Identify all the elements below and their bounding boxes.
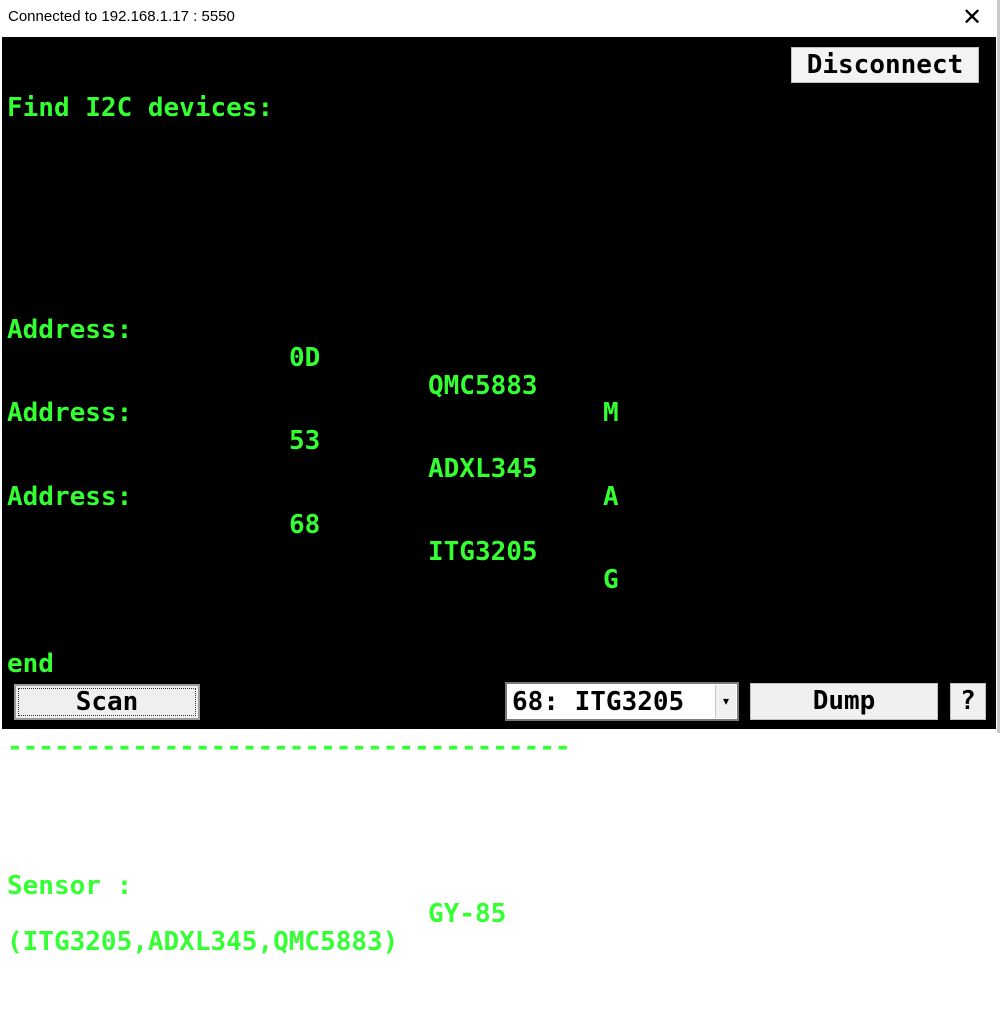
window-title: Connected to 192.168.1.17 : 5550 xyxy=(8,8,235,25)
title-bar: Connected to 192.168.1.17 : 5550 ✕ xyxy=(0,0,997,36)
dump-button[interactable]: Dump xyxy=(750,683,938,720)
address-value: 68 xyxy=(289,509,321,540)
address-label: Address: xyxy=(7,314,133,345)
console-panel: Find I2C devices: Address: 0D QMC5883 M … xyxy=(2,37,996,955)
console-output: Find I2C devices: Address: 0D QMC5883 M … xyxy=(7,39,639,1012)
scan-button[interactable]: Scan xyxy=(14,684,200,720)
sensor-row: Sensor : GY-85 xyxy=(7,845,639,927)
address-value: 53 xyxy=(289,426,321,457)
address-row: Address: 68 ITG3205 G xyxy=(7,456,639,594)
close-icon[interactable]: ✕ xyxy=(957,2,987,32)
chip-name: ITG3205 xyxy=(428,537,538,568)
console-heading: Find I2C devices: xyxy=(7,92,274,123)
sensor-type: M xyxy=(603,398,619,429)
address-label: Address: xyxy=(7,398,133,429)
sensor-type: A xyxy=(603,481,619,512)
app-window: Connected to 192.168.1.17 : 5550 ✕ Find … xyxy=(0,0,1000,955)
address-row: Address: 53 ADXL345 A xyxy=(7,373,639,511)
disconnect-button[interactable]: Disconnect xyxy=(791,47,979,83)
address-label: Address: xyxy=(7,481,133,512)
sensor-name: GY-85 xyxy=(428,898,507,929)
separator-line: ------------------------------------ xyxy=(7,733,571,762)
sensor-chips: (ITG3205,ADXL345,QMC5883) xyxy=(7,926,399,957)
help-button[interactable]: ? xyxy=(950,683,986,720)
address-value: 0D xyxy=(289,342,321,373)
end-marker: end xyxy=(7,648,54,679)
device-select[interactable]: 68: ITG3205 ▾ xyxy=(505,682,739,721)
chevron-down-icon[interactable]: ▾ xyxy=(715,685,736,718)
address-row: Address: 0D QMC5883 M xyxy=(7,289,639,427)
sensor-label: Sensor : xyxy=(7,870,133,901)
device-select-value: 68: ITG3205 xyxy=(512,687,685,717)
